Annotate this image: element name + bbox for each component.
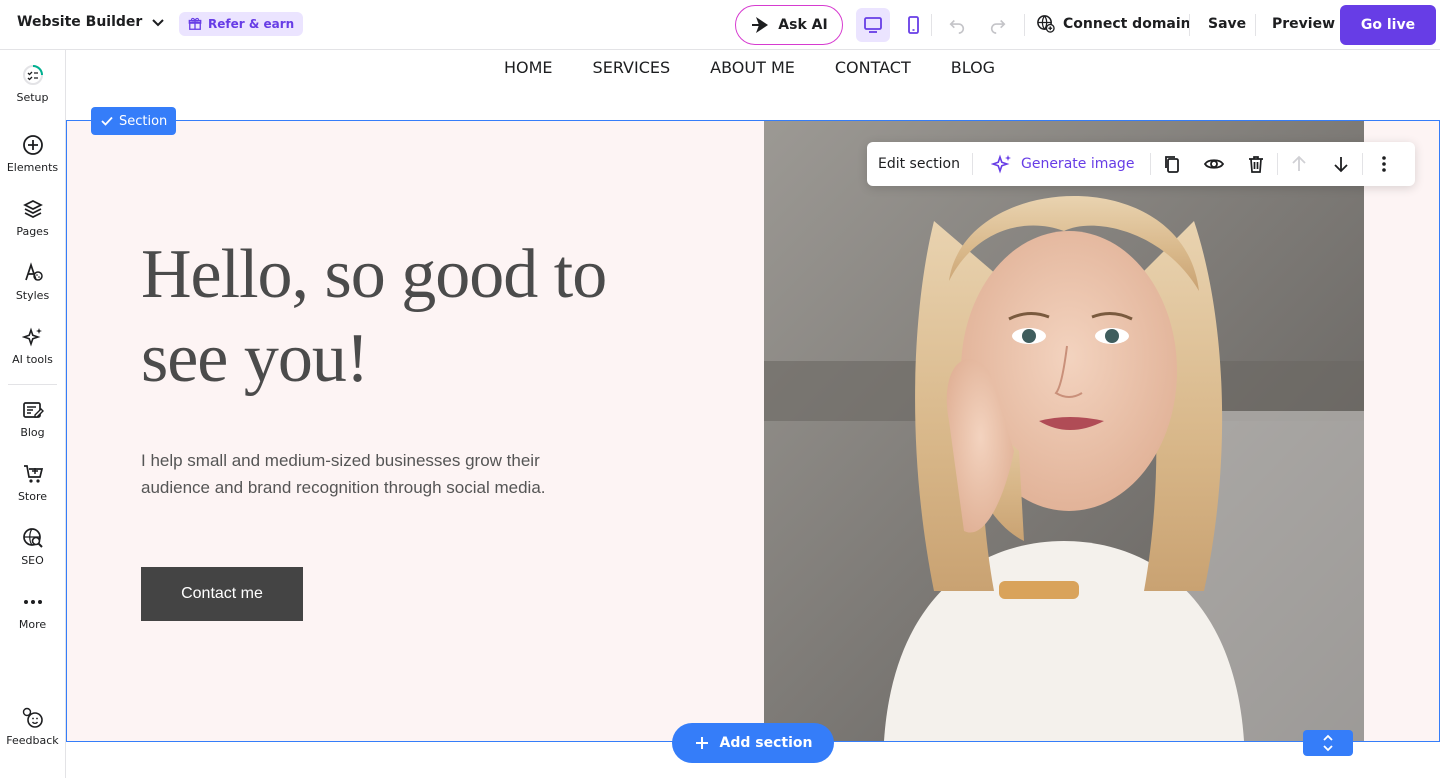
checklist-icon — [22, 65, 43, 85]
nav-services[interactable]: SERVICES — [593, 58, 671, 77]
nav-home[interactable]: HOME — [504, 58, 553, 77]
brand-label: Website Builder — [17, 14, 143, 30]
divider — [1024, 14, 1025, 36]
more-options-button[interactable] — [1363, 142, 1405, 186]
ask-ai-button[interactable]: Ask AI — [735, 5, 843, 45]
divider — [931, 14, 932, 36]
site-navigation: HOME SERVICES ABOUT ME CONTACT BLOG — [504, 58, 995, 77]
left-sidebar: Setup Elements Pages Styles AI tools Blo… — [0, 50, 66, 778]
sidebar-item-seo[interactable]: SEO — [0, 527, 65, 567]
go-live-button[interactable]: Go live — [1340, 5, 1436, 45]
ask-ai-label: Ask AI — [778, 17, 828, 33]
sidebar-item-label: More — [18, 618, 47, 631]
sidebar-item-ai-tools[interactable]: AI tools — [0, 326, 65, 366]
save-button[interactable]: Save — [1208, 16, 1246, 32]
desktop-icon — [864, 17, 882, 33]
divider — [1189, 14, 1190, 36]
chevron-down-icon — [152, 19, 165, 27]
nav-about-me[interactable]: ABOUT ME — [710, 58, 795, 77]
sidebar-item-label: SEO — [21, 554, 44, 567]
blog-icon — [22, 402, 44, 418]
resize-vertical-icon — [1323, 734, 1333, 752]
section-resize-handle[interactable] — [1303, 730, 1353, 756]
redo-icon — [990, 19, 1006, 34]
top-bar: Website Builder Refer & earn Ask AI Conn… — [0, 0, 1440, 50]
preview-button[interactable]: Preview — [1272, 16, 1335, 32]
nav-blog[interactable]: BLOG — [951, 58, 995, 77]
sidebar-item-label: Setup — [16, 91, 49, 104]
arrow-up-icon — [1292, 155, 1307, 171]
sidebar-item-elements[interactable]: Elements — [0, 134, 65, 174]
more-icon — [23, 600, 42, 604]
arrow-down-icon — [1334, 157, 1349, 173]
sidebar-item-setup[interactable]: Setup — [0, 64, 65, 104]
connect-domain-label: Connect domain — [1063, 15, 1191, 32]
move-up-button[interactable] — [1278, 142, 1320, 186]
eye-icon — [1204, 159, 1225, 169]
edit-section-button[interactable]: Edit section — [867, 156, 972, 172]
sidebar-item-label: AI tools — [12, 353, 53, 366]
sidebar-item-label: Feedback — [6, 734, 59, 747]
divider — [1255, 14, 1256, 36]
layers-icon — [22, 200, 43, 218]
sparkle-icon — [21, 327, 42, 347]
check-icon — [101, 116, 113, 126]
sidebar-item-label: Store — [17, 490, 48, 503]
mobile-icon — [908, 16, 919, 34]
hero-title[interactable]: Hello, so good to see you! — [141, 233, 701, 401]
divider — [8, 384, 57, 385]
add-section-button[interactable]: Add section — [672, 723, 834, 763]
plus-circle-icon — [22, 135, 43, 155]
cart-icon — [23, 465, 43, 483]
delete-button[interactable] — [1235, 142, 1277, 186]
duplicate-button[interactable] — [1151, 142, 1193, 186]
section-badge-label: Section — [119, 113, 168, 129]
undo-button[interactable] — [946, 14, 968, 36]
sidebar-item-label: Styles — [15, 289, 50, 302]
connect-domain-button[interactable]: Connect domain — [1036, 14, 1191, 33]
palette-icon — [24, 262, 43, 281]
website-builder-menu[interactable]: Website Builder — [17, 14, 166, 30]
gift-icon — [188, 17, 202, 30]
desktop-view-button[interactable] — [856, 8, 890, 42]
section-badge[interactable]: Section — [91, 107, 177, 135]
editor-canvas: HOME SERVICES ABOUT ME CONTACT BLOG Sect… — [66, 50, 1440, 778]
sidebar-item-store[interactable]: Store — [0, 463, 65, 503]
hero-text[interactable]: I help small and medium-sized businesses… — [141, 447, 601, 501]
nav-contact[interactable]: CONTACT — [835, 58, 911, 77]
sidebar-item-label: Elements — [6, 161, 59, 174]
portrait-image — [764, 121, 1364, 741]
sidebar-item-feedback[interactable]: Feedback — [0, 707, 65, 747]
sparkle-icon — [990, 154, 1011, 174]
sidebar-item-blog[interactable]: Blog — [0, 399, 65, 439]
refer-label: Refer & earn — [208, 17, 295, 31]
refer-earn-button[interactable]: Refer & earn — [179, 12, 304, 36]
hero-section[interactable]: Hello, so good to see you! I help small … — [66, 120, 1440, 742]
feedback-icon — [22, 707, 43, 728]
sidebar-item-label: Blog — [20, 426, 45, 439]
kebab-icon — [1382, 156, 1387, 172]
generate-image-label: Generate image — [1020, 156, 1135, 172]
ai-spark-icon — [752, 17, 769, 33]
plus-icon — [695, 737, 708, 749]
sidebar-item-label: Pages — [16, 225, 49, 238]
copy-icon — [1165, 156, 1180, 173]
seo-icon — [22, 528, 43, 548]
trash-icon — [1249, 156, 1264, 173]
contact-me-button[interactable]: Contact me — [141, 567, 303, 621]
hero-photo[interactable] — [764, 121, 1364, 741]
generate-image-button[interactable]: Generate image — [973, 153, 1150, 175]
sidebar-item-more[interactable]: More — [0, 591, 65, 631]
add-section-label: Add section — [719, 735, 813, 751]
globe-plus-icon — [1037, 15, 1055, 33]
hide-button[interactable] — [1193, 142, 1235, 186]
undo-icon — [949, 19, 965, 34]
move-down-button[interactable] — [1320, 142, 1362, 186]
redo-button[interactable] — [987, 14, 1009, 36]
sidebar-item-styles[interactable]: Styles — [0, 262, 65, 302]
sidebar-item-pages[interactable]: Pages — [0, 198, 65, 238]
mobile-view-button[interactable] — [896, 8, 930, 42]
section-edit-toolbar: Edit section Generate image — [867, 142, 1415, 186]
